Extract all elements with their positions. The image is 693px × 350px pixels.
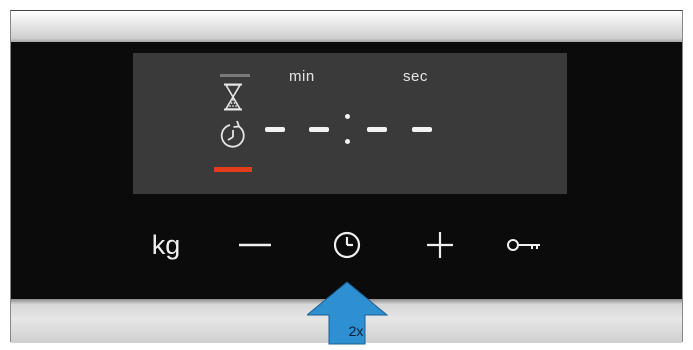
clock-button[interactable] — [327, 222, 367, 268]
oven-control-panel: min sec kg 2x — [10, 10, 683, 345]
press-count-label: 2x — [348, 323, 364, 339]
minus-icon — [238, 242, 272, 248]
panel-top-rim — [11, 11, 682, 43]
hourglass-icon — [222, 83, 244, 111]
minutes-ones-digit — [309, 127, 329, 132]
weight-button-label: kg — [151, 229, 181, 260]
minutes-label: min — [289, 68, 315, 85]
seconds-tens-digit — [367, 127, 387, 132]
minutes-tens-digit — [265, 127, 285, 132]
colon-bottom-dot — [345, 139, 350, 144]
colon-top-dot — [345, 114, 350, 119]
clock-icon — [332, 230, 362, 260]
plus-button[interactable] — [420, 222, 460, 268]
seconds-ones-digit — [412, 127, 432, 132]
lcd-display: min sec — [133, 53, 567, 194]
active-indicator-bar — [214, 167, 252, 172]
key-lock-button[interactable] — [501, 222, 547, 268]
seconds-label: sec — [403, 68, 428, 85]
inactive-indicator-bar — [220, 74, 250, 77]
minus-button[interactable] — [235, 222, 275, 268]
key-icon — [506, 237, 542, 253]
plus-icon — [425, 230, 455, 260]
weight-button[interactable]: kg — [143, 222, 189, 268]
timer-icon — [218, 119, 248, 153]
